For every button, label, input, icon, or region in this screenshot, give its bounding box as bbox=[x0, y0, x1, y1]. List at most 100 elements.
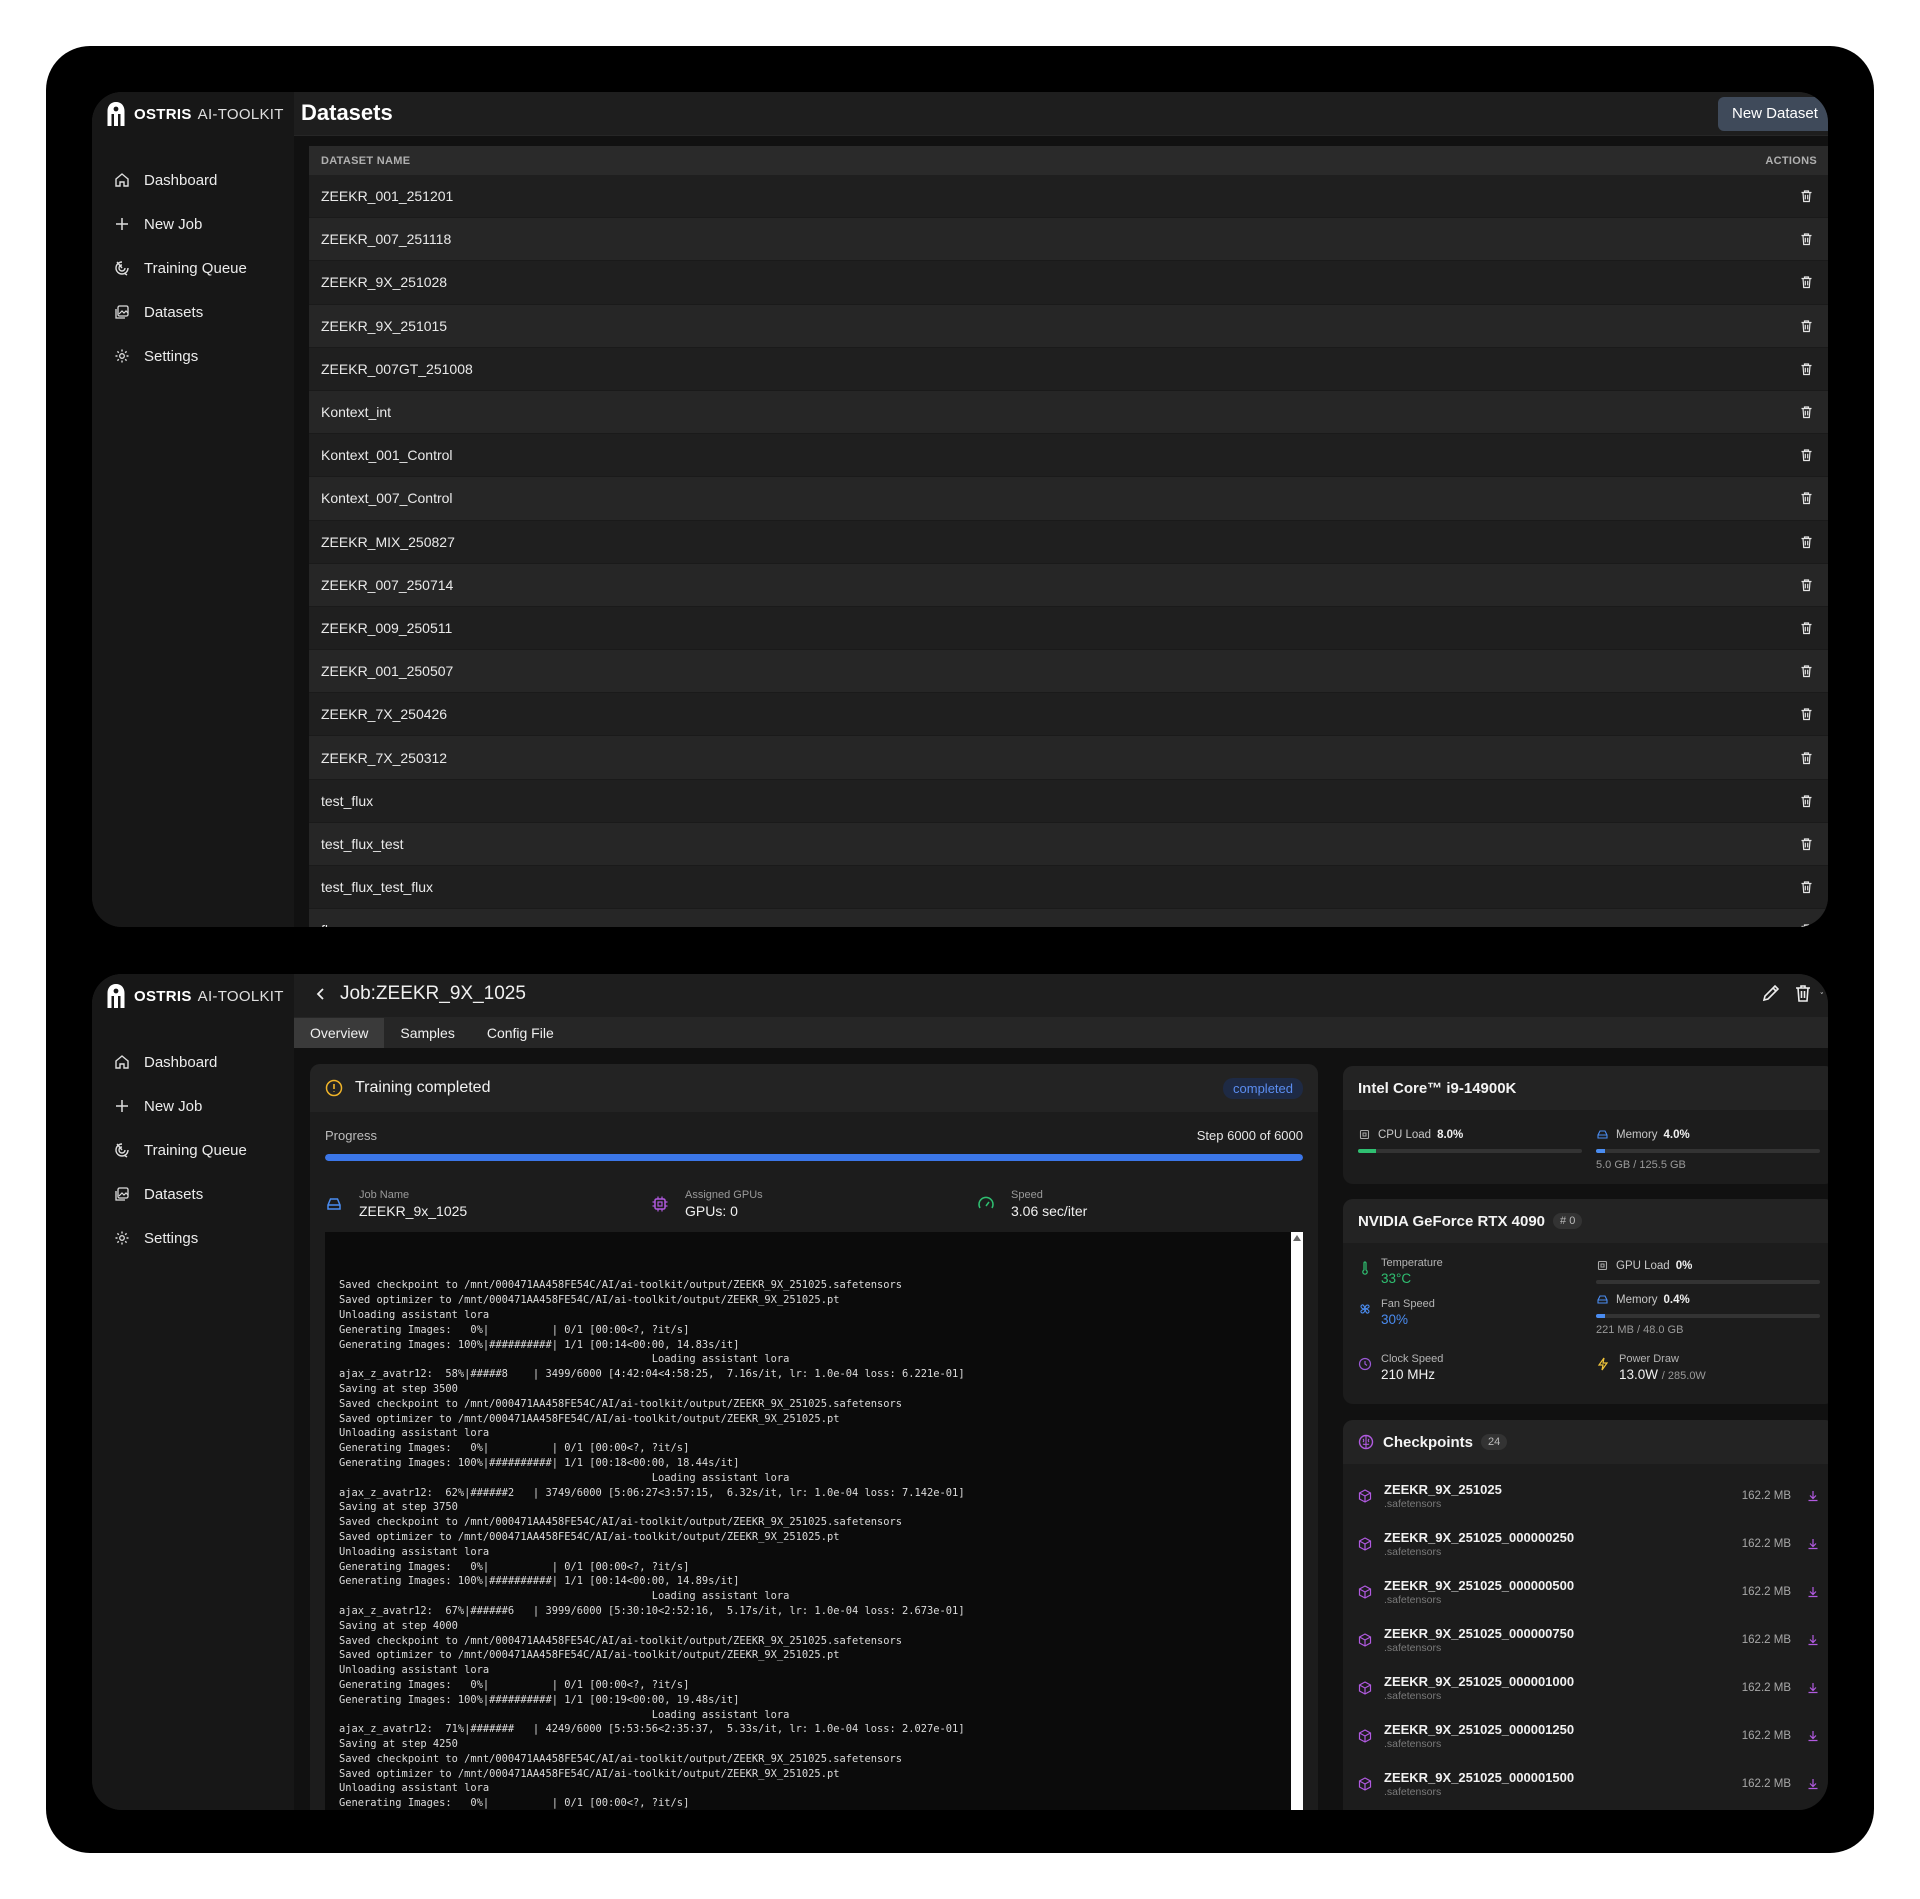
table-row[interactable]: ZEEKR_001_251201 bbox=[309, 175, 1828, 219]
table-row[interactable]: ZEEKR_MIX_250827 bbox=[309, 520, 1828, 564]
sidebar-nav: Dashboard New Job Training Queue Dataset… bbox=[92, 1040, 294, 1260]
table-row[interactable]: ZEEKR_7X_250312 bbox=[309, 736, 1828, 780]
table-header: DATASET NAME ACTIONS bbox=[309, 146, 1828, 175]
app-logo[interactable]: OSTRIS AI-TOOLKIT bbox=[106, 101, 284, 127]
table-row[interactable]: ZEEKR_007GT_251008 bbox=[309, 347, 1828, 391]
sidebar: OSTRIS AI-TOOLKIT Dashboard New Job Trai… bbox=[92, 974, 294, 1810]
trash-icon[interactable] bbox=[1800, 535, 1813, 549]
log-line: Generating Images: 0%| | 0/1 [00:00<?, ?… bbox=[339, 1797, 690, 1810]
trash-icon[interactable] bbox=[1800, 448, 1813, 462]
back-chevron-icon[interactable] bbox=[314, 987, 328, 1001]
trash-icon[interactable] bbox=[1800, 880, 1813, 894]
trash-icon[interactable] bbox=[1800, 707, 1813, 721]
checkpoint-item[interactable]: ZEEKR_9X_251025_000001500 .safetensors 162… bbox=[1343, 1760, 1828, 1808]
sidebar-item-datasets[interactable]: Datasets bbox=[92, 1172, 294, 1216]
trash-icon[interactable] bbox=[1800, 189, 1813, 203]
download-icon[interactable] bbox=[1807, 1634, 1819, 1646]
table-row[interactable]: ZEEKR_007_251118 bbox=[309, 218, 1828, 262]
sidebar-item-datasets[interactable]: Datasets bbox=[92, 290, 294, 334]
sidebar-item-new-job[interactable]: New Job bbox=[92, 202, 294, 246]
download-icon[interactable] bbox=[1807, 1490, 1819, 1502]
checkpoint-item[interactable]: ZEEKR_9X_251025 .safetensors 162.2 MB bbox=[1343, 1472, 1828, 1520]
trash-icon[interactable] bbox=[1800, 664, 1813, 678]
table-row[interactable]: ZEEKR_007_250714 bbox=[309, 563, 1828, 607]
job-tabs: Overview Samples Config File bbox=[294, 1018, 1828, 1048]
trash-icon[interactable] bbox=[1800, 837, 1813, 851]
trash-icon[interactable] bbox=[1800, 621, 1813, 635]
download-icon[interactable] bbox=[1807, 1682, 1819, 1694]
tab-overview[interactable]: Overview bbox=[294, 1018, 385, 1048]
log-line: Saved checkpoint to /mnt/000471AA458FE54… bbox=[339, 1752, 903, 1765]
download-icon[interactable] bbox=[1807, 1586, 1819, 1598]
cpu-memory-detail: 5.0 GB / 125.5 GB bbox=[1596, 1159, 1686, 1171]
page-title: Datasets bbox=[301, 100, 393, 125]
table-row[interactable]: ZEEKR_001_250507 bbox=[309, 650, 1828, 694]
checkpoint-item[interactable]: ZEEKR_9X_251025_000000250 .safetensors 162… bbox=[1343, 1520, 1828, 1568]
progress-bar-fill bbox=[325, 1154, 1303, 1161]
sidebar-item-new-job[interactable]: New Job bbox=[92, 1084, 294, 1128]
sidebar-item-training-queue[interactable]: Training Queue bbox=[92, 1128, 294, 1172]
log-line: Unloading assistant lora bbox=[339, 1664, 490, 1677]
alert-circle-icon bbox=[325, 1079, 343, 1097]
new-dataset-button[interactable]: New Dataset bbox=[1718, 97, 1828, 131]
checkpoint-item[interactable]: ZEEKR_9X_251025_000001000 .safetensors 162… bbox=[1343, 1664, 1828, 1712]
training-log[interactable]: Saved checkpoint to /mnt/000471AA458FE54… bbox=[325, 1232, 1303, 1810]
gpu-name: NVIDIA GeForce RTX 4090 bbox=[1358, 1212, 1546, 1230]
sidebar-item-training-queue[interactable]: Training Queue bbox=[92, 246, 294, 290]
brand-name: OSTRIS bbox=[134, 987, 192, 1005]
table-row[interactable]: ZEEKR_9X_251015 bbox=[309, 304, 1828, 348]
log-line: Generating Images: 100%|##########| 1/1 … bbox=[339, 1338, 740, 1351]
job-name-stat: Job Name ZEEKR_9x_1025 bbox=[325, 1184, 651, 1224]
memory-drive-icon bbox=[1597, 1295, 1608, 1304]
trash-icon[interactable] bbox=[1800, 751, 1813, 765]
table-row[interactable]: ZEEKR_7X_250426 bbox=[309, 693, 1828, 737]
table-row[interactable]: test_flux bbox=[309, 779, 1828, 823]
trash-icon[interactable] bbox=[1800, 794, 1813, 808]
checkpoint-item[interactable]: ZEEKR_9X_251025_000000750 .safetensors 162… bbox=[1343, 1616, 1828, 1664]
trash-icon[interactable] bbox=[1792, 982, 1814, 1004]
more-icon[interactable] bbox=[1820, 982, 1828, 1004]
gpu-memory-bar bbox=[1596, 1314, 1820, 1318]
trash-icon[interactable] bbox=[1800, 578, 1813, 592]
trash-icon[interactable] bbox=[1800, 362, 1813, 376]
log-line: Saved optimizer to /mnt/000471AA458FE54C… bbox=[339, 1530, 840, 1543]
sidebar-item-settings[interactable]: Settings bbox=[92, 1216, 294, 1260]
cpu-memory-value: 4.0% bbox=[1663, 1128, 1690, 1141]
table-row[interactable]: ZEEKR_009_250511 bbox=[309, 606, 1828, 651]
scroll-up-arrow-icon[interactable] bbox=[1293, 1235, 1301, 1241]
tab-config-file[interactable]: Config File bbox=[471, 1018, 570, 1048]
checkpoint-item[interactable]: ZEEKR_9X_251025_000000500 .safetensors 162… bbox=[1343, 1568, 1828, 1616]
sidebar-item-label: Dashboard bbox=[144, 1053, 218, 1071]
trash-icon[interactable] bbox=[1800, 405, 1813, 419]
trash-icon[interactable] bbox=[1800, 491, 1813, 505]
log-scrollbar[interactable] bbox=[1291, 1232, 1303, 1810]
table-row[interactable]: ZEEKR_9X_251028 bbox=[309, 261, 1828, 305]
trash-icon[interactable] bbox=[1800, 232, 1813, 246]
download-icon[interactable] bbox=[1807, 1538, 1819, 1550]
table-row[interactable]: flux bbox=[309, 909, 1828, 927]
power-draw-label: Power Draw bbox=[1619, 1353, 1679, 1365]
checkpoint-item[interactable]: ZEEKR_9X_251025_000001250 .safetensors 162… bbox=[1343, 1712, 1828, 1760]
edit-pencil-icon[interactable] bbox=[1760, 982, 1782, 1004]
sidebar-item-dashboard[interactable]: Dashboard bbox=[92, 158, 294, 202]
trash-icon[interactable] bbox=[1800, 319, 1813, 333]
table-row[interactable]: Kontext_007_Control bbox=[309, 477, 1828, 521]
tab-samples[interactable]: Samples bbox=[384, 1018, 470, 1048]
clock-speed-value: 210 MHz bbox=[1381, 1367, 1436, 1382]
table-row[interactable]: test_flux_test bbox=[309, 822, 1828, 866]
cube-icon bbox=[1358, 1777, 1372, 1791]
speed-stat: Speed 3.06 sec/iter bbox=[977, 1184, 1303, 1224]
app-logo[interactable]: OSTRIS AI-TOOLKIT bbox=[106, 983, 284, 1009]
table-row[interactable]: Kontext_001_Control bbox=[309, 434, 1828, 478]
sidebar-item-label: New Job bbox=[144, 215, 203, 233]
table-row[interactable]: Kontext_int bbox=[309, 390, 1828, 435]
sidebar-item-dashboard[interactable]: Dashboard bbox=[92, 1040, 294, 1084]
sidebar-item-settings[interactable]: Settings bbox=[92, 334, 294, 378]
cube-icon bbox=[1358, 1633, 1372, 1647]
download-icon[interactable] bbox=[1807, 1730, 1819, 1742]
dataset-name: ZEEKR_9X_251015 bbox=[321, 317, 448, 334]
download-icon[interactable] bbox=[1807, 1778, 1819, 1790]
trash-icon[interactable] bbox=[1800, 275, 1813, 289]
trash-icon[interactable] bbox=[1800, 923, 1813, 927]
table-row[interactable]: test_flux_test_flux bbox=[309, 866, 1828, 910]
